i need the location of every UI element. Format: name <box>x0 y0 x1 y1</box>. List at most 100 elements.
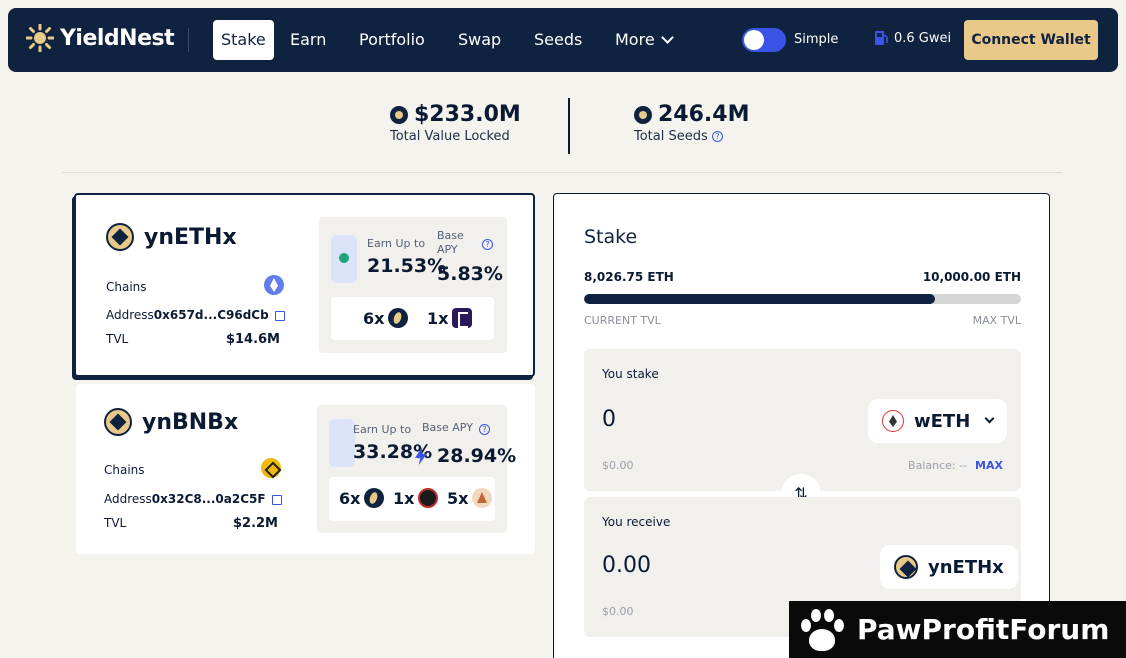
base-apy-label: Base APY <box>437 229 464 256</box>
nav-portfolio[interactable]: Portfolio <box>351 28 433 68</box>
seeds-value: 246.4M <box>658 102 750 127</box>
fuel-pump-icon <box>875 31 888 45</box>
bnb-chain-icon <box>261 458 281 478</box>
rewards-box: Earn Up to 21.53% Base APY ? 5.83% 6x 1x <box>319 217 507 353</box>
help-icon[interactable]: ? <box>482 239 493 250</box>
seed-coin-icon <box>364 488 385 508</box>
nav-seeds[interactable]: Seeds <box>526 28 590 68</box>
token-name: ynETHx <box>144 224 237 250</box>
base-apy-value: 28.94% <box>437 445 517 467</box>
token-name: ynBNBx <box>142 409 239 435</box>
max-tvl-value: 10,000.00 ETH <box>922 270 1021 284</box>
you-stake-box: You stake 0 wETH $0.00 Balance: -- MAX <box>584 349 1021 491</box>
simple-mode-toggle[interactable] <box>742 28 786 52</box>
weth-token-icon <box>882 410 904 432</box>
token-card-ynbnb[interactable]: ynBNBx Chains Address0x32C8...0a2C5F TVL… <box>76 384 535 554</box>
address-label: Address <box>106 308 154 322</box>
stake-token-select[interactable]: wETH <box>868 399 1008 443</box>
nav-stake[interactable]: Stake <box>213 20 274 60</box>
token-address[interactable]: 0x657d...C96dCb <box>154 308 269 322</box>
current-tvl-label: CURRENT TVL <box>584 314 661 327</box>
astherus-icon <box>472 488 493 508</box>
stake-token-label: wETH <box>914 410 971 432</box>
you-stake-label: You stake <box>602 367 659 381</box>
nav-more-label: More <box>615 30 655 49</box>
you-receive-label: You receive <box>602 515 671 529</box>
kernel-icon <box>418 488 439 508</box>
brand-name: YieldNest <box>60 25 175 51</box>
chevron-down-icon <box>660 31 674 44</box>
tvl-label: TVL <box>104 516 127 530</box>
stake-panel: Stake 8,026.75 ETH 10,000.00 ETH CURRENT… <box>553 193 1050 658</box>
multiplier-value: 5x <box>447 488 469 508</box>
max-tvl-label: MAX TVL <box>972 314 1021 327</box>
nav-earn[interactable]: Earn <box>282 28 334 68</box>
multipliers: 6x 1x 5x <box>329 477 495 521</box>
base-apy-value: 5.83% <box>437 263 503 285</box>
ethereum-chain-icon <box>264 275 284 295</box>
external-link-icon[interactable] <box>274 310 285 321</box>
receive-token: ynETHx <box>880 545 1018 589</box>
nav-swap[interactable]: Swap <box>450 28 509 68</box>
base-apy-label: Base APY <box>422 421 473 434</box>
max-button[interactable]: MAX <box>975 459 1003 472</box>
multiplier-value: 6x <box>339 488 361 508</box>
balance-label: Balance: -- <box>908 459 968 472</box>
token-card-yneth[interactable]: ynETHx Chains Address0x657d...C96dCb TVL… <box>74 193 535 377</box>
stats-separator <box>62 172 1062 173</box>
nav-more[interactable]: More <box>607 28 680 68</box>
token-address[interactable]: 0x32C8...0a2C5F <box>152 492 266 506</box>
rewards-box: Earn Up to 33.28% Base APY ? 28.94% 6x 1… <box>317 405 516 533</box>
seeds-stat: 246.4M Total Seeds ? <box>634 102 794 144</box>
sun-logo-icon <box>26 24 54 52</box>
simple-mode-label: Simple <box>794 32 839 47</box>
connect-wallet-button[interactable]: Connect Wallet <box>964 20 1098 60</box>
apy-pill <box>329 419 355 467</box>
current-tvl-value: 8,026.75 ETH <box>584 270 674 284</box>
token-tvl: $14.6M <box>225 332 280 347</box>
earn-up-to-value: 21.53% <box>367 255 447 277</box>
receive-amount: 0.00 <box>602 553 651 578</box>
toggle-knob <box>744 30 764 50</box>
tvl-progress-fill <box>584 294 935 304</box>
address-label: Address <box>104 492 152 506</box>
tvl-label: TVL <box>106 332 129 346</box>
brand-logo[interactable]: YieldNest <box>26 24 175 52</box>
gas-price: 0.6 Gwei <box>874 30 951 46</box>
stake-title: Stake <box>584 226 638 248</box>
receive-usd-value: $0.00 <box>602 605 634 618</box>
watermark: PawProfitForum <box>789 601 1126 658</box>
earn-up-to-label: Earn Up to <box>353 423 412 436</box>
multiplier-value: 1x <box>427 308 449 328</box>
stats-divider <box>568 98 570 154</box>
help-icon[interactable]: ? <box>711 131 723 142</box>
tvl-stat: $233.0M Total Value Locked <box>390 102 550 144</box>
tvl-progress-bar <box>584 294 1021 304</box>
paw-logo-icon <box>799 607 845 653</box>
watermark-text: PawProfitForum <box>857 613 1110 646</box>
gas-value: 0.6 Gwei <box>894 30 952 46</box>
help-icon[interactable]: ? <box>479 424 490 435</box>
multiplier-value: 6x <box>363 308 385 328</box>
seed-coin-icon <box>388 308 409 328</box>
chains-label: Chains <box>104 463 145 477</box>
ynbnb-token-icon <box>104 408 132 436</box>
yneth-token-icon <box>894 555 918 579</box>
eigenlayer-icon <box>452 308 473 328</box>
yneth-token-icon <box>106 223 134 251</box>
multipliers: 6x 1x <box>331 297 494 340</box>
multiplier-value: 1x <box>393 488 415 508</box>
apy-pill <box>331 235 357 283</box>
yieldnest-coin-icon <box>390 105 408 124</box>
stake-amount-input[interactable]: 0 <box>602 407 616 432</box>
seeds-label: Total Seeds <box>634 129 708 144</box>
tvl-value: $233.0M <box>414 102 521 127</box>
chains-label: Chains <box>106 280 147 294</box>
stake-usd-value: $0.00 <box>602 459 634 472</box>
reward-dot-icon <box>339 253 349 263</box>
token-tvl: $2.2M <box>232 516 278 531</box>
external-link-icon[interactable] <box>271 494 282 505</box>
nav-divider <box>188 28 189 52</box>
receive-token-label: ynETHx <box>928 556 1004 578</box>
top-nav: YieldNest Stake Earn Portfolio Swap Seed… <box>8 8 1118 72</box>
